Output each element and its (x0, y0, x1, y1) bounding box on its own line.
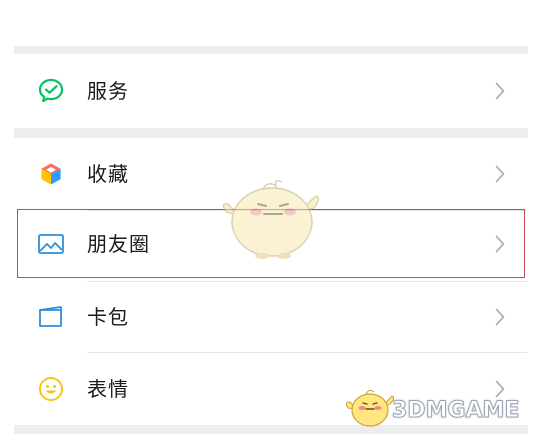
mascot-logo-icon (345, 389, 395, 427)
card-wallet-icon (36, 302, 66, 332)
menu-item-label: 表情 (87, 377, 129, 401)
settings-screen: 服务 收藏 朋友圈 卡包 表情 3DMGAME (0, 0, 541, 434)
section-separator (14, 128, 528, 138)
menu-item-label: 服务 (87, 79, 129, 103)
menu-item-label: 收藏 (87, 162, 129, 186)
chevron-right-icon (492, 81, 508, 101)
sticker-smile-icon (36, 374, 66, 404)
mascot-watermark-icon (218, 172, 322, 264)
menu-item-label: 卡包 (87, 305, 129, 329)
wechat-pay-icon (36, 76, 66, 106)
menu-item-services[interactable]: 服务 (14, 54, 528, 128)
menu-item-label: 朋友圈 (87, 232, 150, 256)
favorites-cube-icon (36, 159, 66, 189)
menu-item-card-wallet[interactable]: 卡包 (14, 282, 528, 352)
chevron-right-icon (492, 307, 508, 327)
section-separator (14, 46, 528, 54)
watermark-text: 3DMGAME (391, 398, 520, 424)
moments-image-icon (36, 229, 66, 259)
chevron-right-icon (492, 164, 508, 184)
brand-watermark: 3DMGAME (344, 382, 534, 432)
chevron-right-icon (492, 234, 508, 254)
